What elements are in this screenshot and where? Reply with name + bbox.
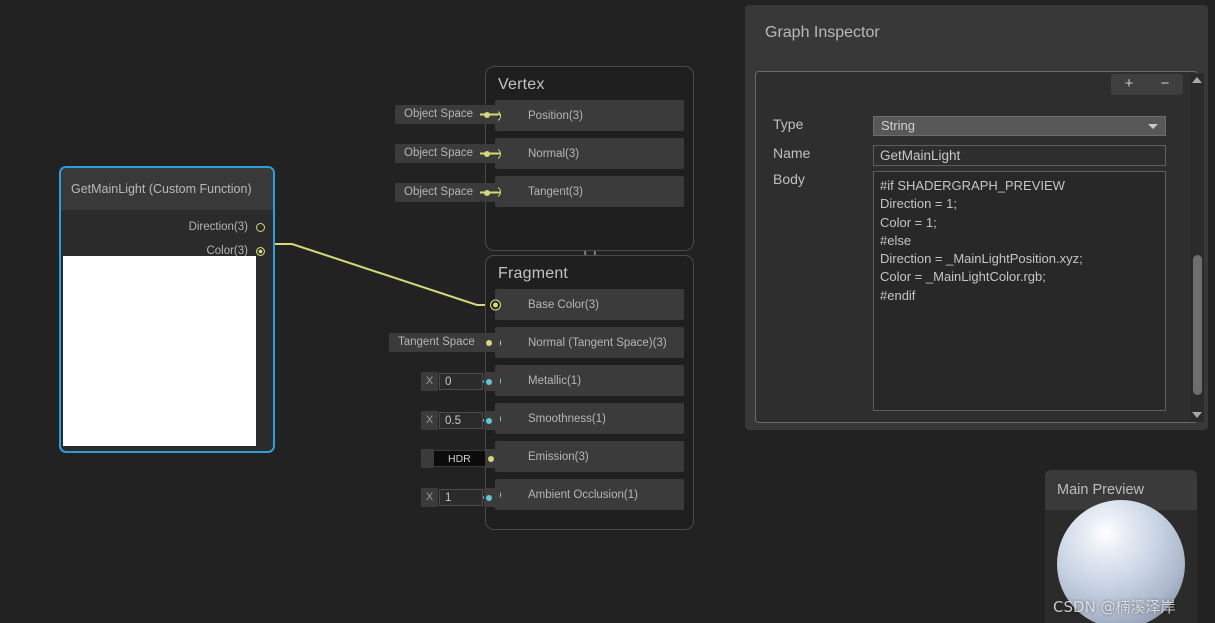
main-preview-panel[interactable]: Main Preview CSDN @楠溪泽岸 <box>1045 470 1197 623</box>
block-row[interactable]: Base Color(3) <box>490 289 684 320</box>
block-row[interactable]: Normal (Tangent Space)(3) <box>490 327 684 358</box>
axis-label-x: X <box>421 488 438 507</box>
block-label: Metallic(1) <box>528 374 582 387</box>
fragment-smoothness-field[interactable]: X 0.5 <box>421 411 500 430</box>
tiny-port-dot-icon[interactable] <box>484 150 491 157</box>
type-label: Type <box>773 116 804 132</box>
scroll-down-arrow-icon[interactable] <box>1192 412 1202 418</box>
body-textarea[interactable]: #if SHADERGRAPH_PREVIEW Direction = 1; C… <box>873 171 1166 411</box>
block-label: Normal (Tangent Space)(3) <box>528 336 667 349</box>
custom-function-node-title: GetMainLight (Custom Function) <box>61 168 273 211</box>
block-row[interactable]: Emission(3) <box>490 441 684 472</box>
axis-label-x: X <box>421 411 438 430</box>
scrollbar-thumb[interactable] <box>1193 255 1202 395</box>
block-label: Ambient Occlusion(1) <box>528 488 638 501</box>
graph-inspector-content: + − Type String Name GetMainLight Body #… <box>755 71 1198 423</box>
block-row[interactable]: Normal(3) <box>490 138 684 169</box>
block-row[interactable]: Position(3) <box>490 100 684 131</box>
add-remove-button-group[interactable]: + − <box>1111 74 1183 95</box>
watermark-text: CSDN @楠溪泽岸 <box>1053 598 1176 616</box>
tiny-port-dot-icon[interactable] <box>484 189 491 196</box>
type-field-row: Type String <box>773 116 1166 136</box>
block-label: Smoothness(1) <box>528 412 606 425</box>
smoothness-value-input[interactable]: 0.5 <box>439 412 483 429</box>
block-port-icon[interactable] <box>490 299 501 310</box>
inspector-scrollbar[interactable] <box>1191 73 1204 422</box>
tiny-port-dot-icon[interactable] <box>486 494 492 501</box>
main-preview-canvas[interactable]: CSDN @楠溪泽岸 <box>1045 500 1197 623</box>
port-stub <box>482 105 499 124</box>
vertex-normal-space-dropdown[interactable]: Object Space <box>395 144 499 163</box>
fragment-emission-field[interactable]: HDR <box>421 449 502 468</box>
name-input[interactable]: GetMainLight <box>873 145 1166 166</box>
remove-button[interactable]: − <box>1147 74 1183 95</box>
graph-inspector-panel[interactable]: Graph Inspector + − Type String Name Get… <box>745 5 1208 430</box>
port-dot-icon[interactable] <box>256 246 265 256</box>
axis-label-x: X <box>421 372 438 391</box>
name-field-row: Name GetMainLight <box>773 145 1166 166</box>
chevron-down-icon <box>1148 124 1158 129</box>
port-stub <box>485 449 502 468</box>
block-row[interactable]: Metallic(1) <box>490 365 684 396</box>
fragment-stack-title: Fragment <box>498 265 569 282</box>
block-label: Emission(3) <box>528 450 589 463</box>
block-row[interactable]: Tangent(3) <box>490 176 684 207</box>
scroll-up-arrow-icon[interactable] <box>1192 77 1202 83</box>
vertex-stack-node[interactable]: Vertex Position(3) Normal(3) Tangent(3) <box>485 66 694 251</box>
metallic-value-input[interactable]: 0 <box>439 373 483 390</box>
ambient-occlusion-value-input[interactable]: 1 <box>439 489 483 506</box>
port-dot-icon[interactable] <box>256 222 265 232</box>
fragment-stack-node[interactable]: Fragment Base Color(3) Normal (Tangent S… <box>485 255 694 530</box>
port-stub <box>482 144 499 163</box>
tiny-port-dot-icon[interactable] <box>486 378 492 385</box>
node-preview-thumbnail[interactable] <box>63 256 256 446</box>
tiny-port-dot-icon[interactable] <box>485 339 492 346</box>
port-stub <box>484 411 500 430</box>
output-port-direction-label: Direction(3) <box>188 221 248 233</box>
hdr-badge[interactable]: HDR <box>433 450 486 467</box>
block-label: Tangent(3) <box>528 185 583 198</box>
custom-function-node[interactable]: GetMainLight (Custom Function) Direction… <box>59 166 275 453</box>
fragment-normal-space-dropdown[interactable]: Tangent Space <box>389 333 500 352</box>
port-stub <box>484 488 500 507</box>
block-row[interactable]: Smoothness(1) <box>490 403 684 434</box>
block-row[interactable]: Ambient Occlusion(1) <box>490 479 684 510</box>
dropdown-label: Object Space <box>395 105 483 124</box>
dropdown-label: Object Space <box>395 144 483 163</box>
vertex-tangent-space-dropdown[interactable]: Object Space <box>395 183 499 202</box>
tiny-port-dot-icon[interactable] <box>486 417 492 424</box>
type-select[interactable]: String <box>873 116 1166 136</box>
port-stub <box>483 333 500 352</box>
tiny-port-dot-icon[interactable] <box>487 455 494 462</box>
graph-inspector-title: Graph Inspector <box>765 24 880 41</box>
port-stub <box>484 372 500 391</box>
name-label: Name <box>773 145 811 161</box>
block-label: Base Color(3) <box>528 298 599 311</box>
dropdown-label: Tangent Space <box>389 333 484 352</box>
tiny-port-dot-icon[interactable] <box>484 111 491 118</box>
type-select-value: String <box>881 118 915 133</box>
vertex-position-space-dropdown[interactable]: Object Space <box>395 105 499 124</box>
body-label: Body <box>773 171 805 187</box>
dropdown-label: Object Space <box>395 183 483 202</box>
fragment-metallic-field[interactable]: X 0 <box>421 372 500 391</box>
body-field-row: Body #if SHADERGRAPH_PREVIEW Direction =… <box>773 171 1166 411</box>
block-label: Position(3) <box>528 109 583 122</box>
fragment-ambient-occlusion-field[interactable]: X 1 <box>421 488 500 507</box>
swatch-placeholder <box>421 449 433 468</box>
output-port-direction[interactable]: Direction(3) <box>61 215 273 239</box>
vertex-stack-title: Vertex <box>498 76 545 93</box>
port-stub <box>482 183 499 202</box>
shader-graph-canvas: GetMainLight (Custom Function) Direction… <box>0 0 1215 623</box>
block-label: Normal(3) <box>528 147 580 160</box>
add-button[interactable]: + <box>1111 74 1147 95</box>
